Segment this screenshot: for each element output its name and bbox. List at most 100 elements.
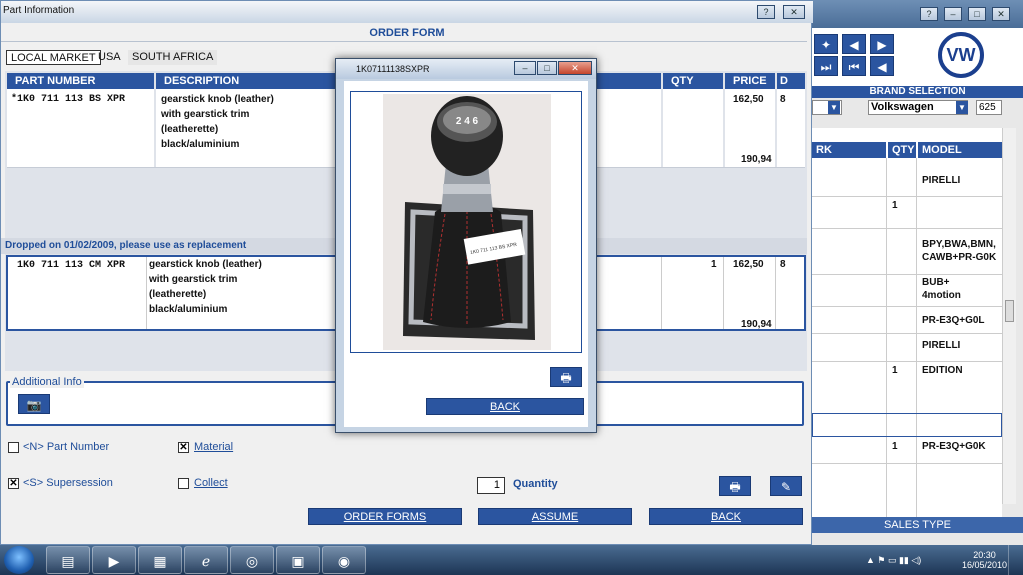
- additional-info-label: Additional Info: [10, 376, 84, 388]
- collect-checkbox-label: Collect: [194, 477, 228, 489]
- selected-row-outline[interactable]: [812, 413, 1002, 437]
- part-number: 1K0 711 113 CM XPR: [17, 260, 126, 271]
- col-model-header: MODEL: [918, 142, 1002, 158]
- taskbar: ▤ ▶ ▦ ℯ ◎ ▣ ◉ ▲ ⚑ ▭ ▮▮ ◁) 20:30 16/05/20…: [0, 545, 1023, 575]
- quantity: 1: [711, 259, 717, 270]
- tab-usa[interactable]: USA: [94, 50, 125, 65]
- window-title: Part Information: [3, 5, 75, 16]
- model-cell: BPY,BWA,BMN, CAWB+PR-G0K: [922, 239, 997, 263]
- tab-south-africa[interactable]: SOUTH AFRICA: [128, 50, 218, 65]
- tray-icons[interactable]: ▲ ⚑ ▭ ▮▮ ◁): [866, 555, 921, 566]
- brand-code-field[interactable]: 625: [976, 100, 1002, 115]
- supersession-checkbox-label: <S> Supersession: [23, 477, 113, 489]
- right-grid: RK QTY MODEL PIRELLI 1 BPY,BWA,BMN, CAWB…: [812, 128, 1002, 528]
- description-line: with gearstick trim: [149, 274, 238, 285]
- last-page-icon[interactable]: ⏭: [814, 56, 838, 76]
- dialog-back-button[interactable]: BACK: [426, 398, 584, 415]
- supersession-checkbox[interactable]: ✕: [8, 478, 19, 489]
- model-cell: EDITION: [922, 365, 963, 376]
- camera-icon[interactable]: 📷: [18, 394, 50, 414]
- pin-icon[interactable]: ✦: [814, 34, 838, 54]
- model-cell: PR-E3Q+G0K: [922, 441, 986, 452]
- maximize-icon[interactable]: □: [968, 7, 986, 21]
- vw-logo: VW: [938, 32, 984, 78]
- scrollbar-thumb[interactable]: [1005, 300, 1014, 322]
- description-line: with gearstick trim: [161, 109, 250, 120]
- discount: 8: [780, 259, 786, 270]
- discount: 8: [780, 94, 786, 105]
- close-icon[interactable]: ✕: [558, 61, 592, 75]
- col-d-header: D: [777, 73, 805, 89]
- show-desktop-button[interactable]: [1008, 545, 1023, 575]
- brand-selection-row: ▼ Volkswagen ▼ 625: [812, 99, 1023, 117]
- description: gearstick knob (leather) with gearstick …: [149, 257, 262, 317]
- brand-select[interactable]: Volkswagen: [868, 100, 968, 115]
- first-page-icon[interactable]: ⏮: [842, 56, 866, 76]
- print-icon[interactable]: 🖶: [550, 367, 582, 387]
- price: 162,50: [733, 94, 764, 105]
- help-button[interactable]: ?: [920, 7, 938, 21]
- description-line: gearstick knob (leather): [161, 94, 274, 105]
- description-line: (leatherette): [149, 289, 207, 300]
- brand-selection-label: BRAND SELECTION: [812, 86, 1023, 98]
- page-forward-icon[interactable]: ▶: [870, 34, 894, 54]
- part-photo-frame: 2 4 6 1K0 711 113 BS XPR: [350, 91, 582, 353]
- material-checkbox[interactable]: ✕: [178, 442, 189, 453]
- model-cell: PIRELLI: [922, 175, 961, 186]
- right-grid-scrollbar[interactable]: [1002, 128, 1016, 504]
- dialog-title: 1K07111138SXPR: [356, 64, 430, 74]
- col-qty-header: QTY: [663, 73, 723, 89]
- network-icon[interactable]: ▣: [276, 546, 320, 574]
- print-icon[interactable]: 🖶: [719, 476, 751, 496]
- clock[interactable]: 20:30 16/05/2010: [962, 550, 1007, 570]
- media-player-icon[interactable]: ▶: [92, 546, 136, 574]
- assume-button[interactable]: ASSUME: [478, 508, 632, 525]
- background-app-titlebar: ? – □ ✕: [812, 0, 1023, 28]
- sales-type-label: SALES TYPE: [812, 517, 1023, 533]
- previous-icon[interactable]: ◀: [870, 56, 894, 76]
- description-line: (leatherette): [161, 124, 219, 135]
- browser-icon[interactable]: ℯ: [184, 546, 228, 574]
- compass-icon[interactable]: ◎: [230, 546, 274, 574]
- close-icon[interactable]: ✕: [992, 7, 1010, 21]
- total-price: 190,94: [741, 154, 772, 165]
- part-number-checkbox[interactable]: [8, 442, 19, 453]
- col-part-number-header: PART NUMBER: [7, 73, 154, 89]
- start-button[interactable]: [4, 546, 34, 574]
- qty-cell: 1: [892, 365, 898, 376]
- close-icon[interactable]: ✕: [783, 5, 805, 19]
- navigation-toolbar: ✦ ◀ ▶ ⏭ ⏮ ◀ VW: [812, 28, 1023, 86]
- explorer-icon[interactable]: ▦: [138, 546, 182, 574]
- page-back-icon[interactable]: ◀: [842, 34, 866, 54]
- part-photo: 2 4 6 1K0 711 113 BS XPR: [383, 94, 551, 350]
- minimize-icon[interactable]: –: [514, 61, 536, 75]
- tab-local-market[interactable]: LOCAL MARKET: [6, 50, 101, 65]
- brand-dropdown-icon[interactable]: ▼: [956, 101, 968, 114]
- material-checkbox-label: Material: [194, 441, 234, 453]
- col-qty-header: QTY: [888, 142, 916, 158]
- table-row-1-qty[interactable]: [663, 89, 723, 167]
- dialog-titlebar: 1K07111138SXPR – □ ✕: [336, 59, 596, 79]
- background-app-window: ? – □ ✕ ✦ ◀ ▶ ⏭ ⏮ ◀ VW BRAND SELECTION ▼…: [812, 0, 1023, 545]
- col-price-header: PRICE: [725, 73, 775, 89]
- description-line: gearstick knob (leather): [149, 259, 262, 270]
- vw-app-icon[interactable]: ◉: [322, 546, 366, 574]
- clock-date: 16/05/2010: [962, 560, 1008, 570]
- maximize-icon[interactable]: □: [537, 61, 557, 75]
- description: gearstick knob (leather) with gearstick …: [161, 92, 274, 152]
- edit-icon[interactable]: ✎: [770, 476, 802, 496]
- part-number-checkbox-label: <N> Part Number: [23, 441, 110, 453]
- minimize-icon[interactable]: –: [944, 7, 962, 21]
- back-button[interactable]: BACK: [649, 508, 803, 525]
- collect-checkbox[interactable]: [178, 478, 189, 489]
- quantity-input[interactable]: 1: [477, 477, 505, 494]
- dropdown-arrow-icon[interactable]: ▼: [828, 101, 840, 114]
- order-forms-button[interactable]: ORDER FORMS: [308, 508, 462, 525]
- dialog-content: 2 4 6 1K0 711 113 BS XPR 🖶 BACK: [344, 81, 588, 427]
- help-button[interactable]: ?: [757, 5, 775, 19]
- gear-knob-image: 2 4 6 1K0 711 113 BS XPR: [383, 94, 551, 350]
- part-image-dialog: 1K07111138SXPR – □ ✕ 2 4 6 1K0 711 113 B…: [335, 58, 597, 433]
- description-line: black/aluminium: [161, 139, 240, 150]
- folder-icon[interactable]: ▤: [46, 546, 90, 574]
- clock-time: 20:30: [973, 550, 996, 560]
